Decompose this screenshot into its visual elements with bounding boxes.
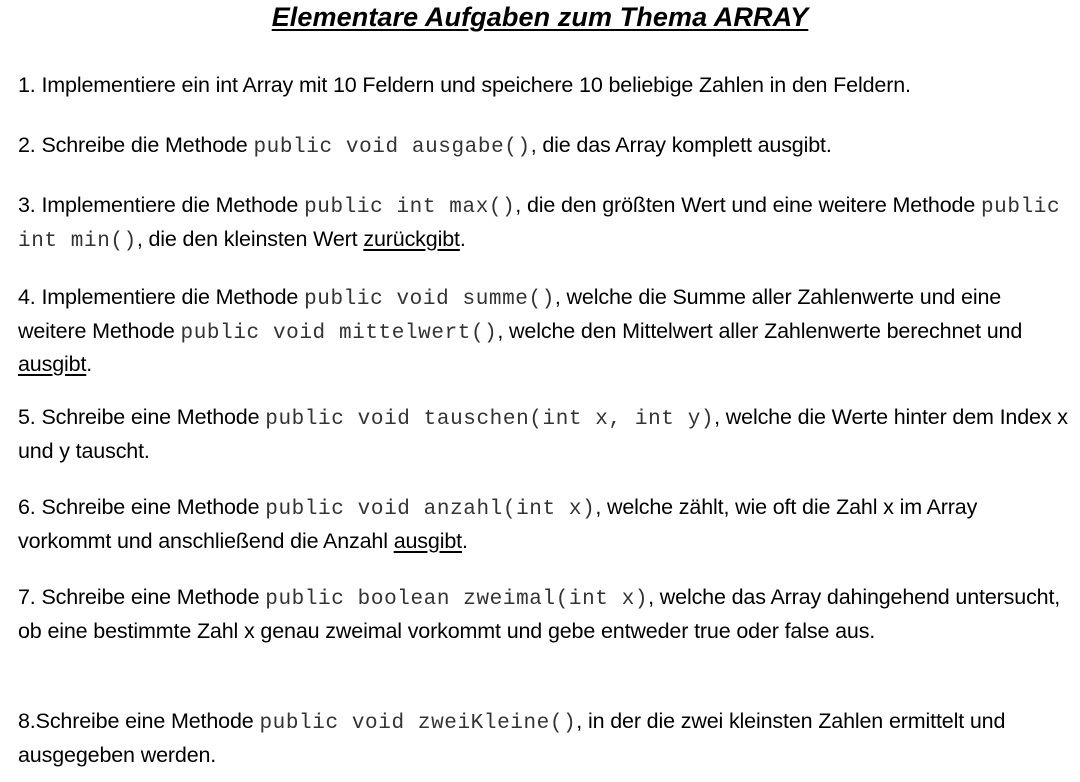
underlined-word: ausgibt [393, 528, 462, 553]
task-text: 3. Implementiere die Methode [18, 193, 305, 217]
method-signature: public void summe() [304, 288, 555, 311]
method-signature: public int max() [304, 196, 516, 219]
task-text: 6. Schreibe eine Methode [18, 495, 266, 519]
task-6: 6. Schreibe eine Methode public void anz… [18, 492, 1068, 556]
worksheet-page: Elementare Aufgaben zum Thema ARRAY 1. I… [0, 0, 1080, 782]
task-8: 8.Schreibe eine Methode public void zwei… [18, 706, 1068, 770]
task-1: 1. Implementiere ein int Array mit 10 Fe… [18, 70, 1068, 101]
task-3: 3. Implementiere die Methode public int … [18, 190, 1068, 257]
method-signature: public boolean zweimal(int x) [265, 588, 649, 611]
underlined-word: zurückgibt [363, 226, 460, 251]
method-signature: public void mittelwert() [180, 321, 498, 345]
task-text: , welche den Mittelwert aller Zahlenwert… [497, 318, 1023, 343]
page-title: Elementare Aufgaben zum Thema ARRAY [271, 2, 809, 32]
underlined-word: ausgibt [18, 352, 87, 376]
task-text: , die das Array komplett ausgibt. [530, 133, 832, 157]
task-2: 2. Schreibe die Methode public void ausg… [18, 130, 1068, 164]
method-signature: public void zweiKleine() [259, 712, 577, 735]
task-text: . [461, 528, 468, 553]
task-text: , die den kleinsten Wert [136, 226, 364, 251]
task-text: 8.Schreibe eine Methode [18, 709, 260, 733]
task-text: . [459, 226, 466, 251]
method-signature: public void tauschen(int x, int y) [265, 408, 715, 431]
task-4: 4. Implementiere die Methode public void… [18, 282, 1068, 380]
method-signature: public void ausgabe() [253, 136, 531, 159]
task-text: 1. Implementiere ein int Array mit 10 Fe… [18, 73, 911, 97]
task-5: 5. Schreibe eine Methode public void tau… [18, 402, 1068, 466]
task-text: . [86, 352, 93, 376]
task-text: 5. Schreibe eine Methode [18, 405, 266, 429]
task-7: 7. Schreibe eine Methode public boolean … [18, 582, 1068, 646]
task-text: 2. Schreibe die Methode [18, 133, 254, 157]
task-text: 7. Schreibe eine Methode [18, 585, 266, 609]
task-text: 4. Implementiere die Methode [18, 285, 305, 309]
method-signature: public void anzahl(int x) [265, 498, 596, 521]
task-text: , die den größten Wert und eine weitere … [515, 193, 981, 217]
